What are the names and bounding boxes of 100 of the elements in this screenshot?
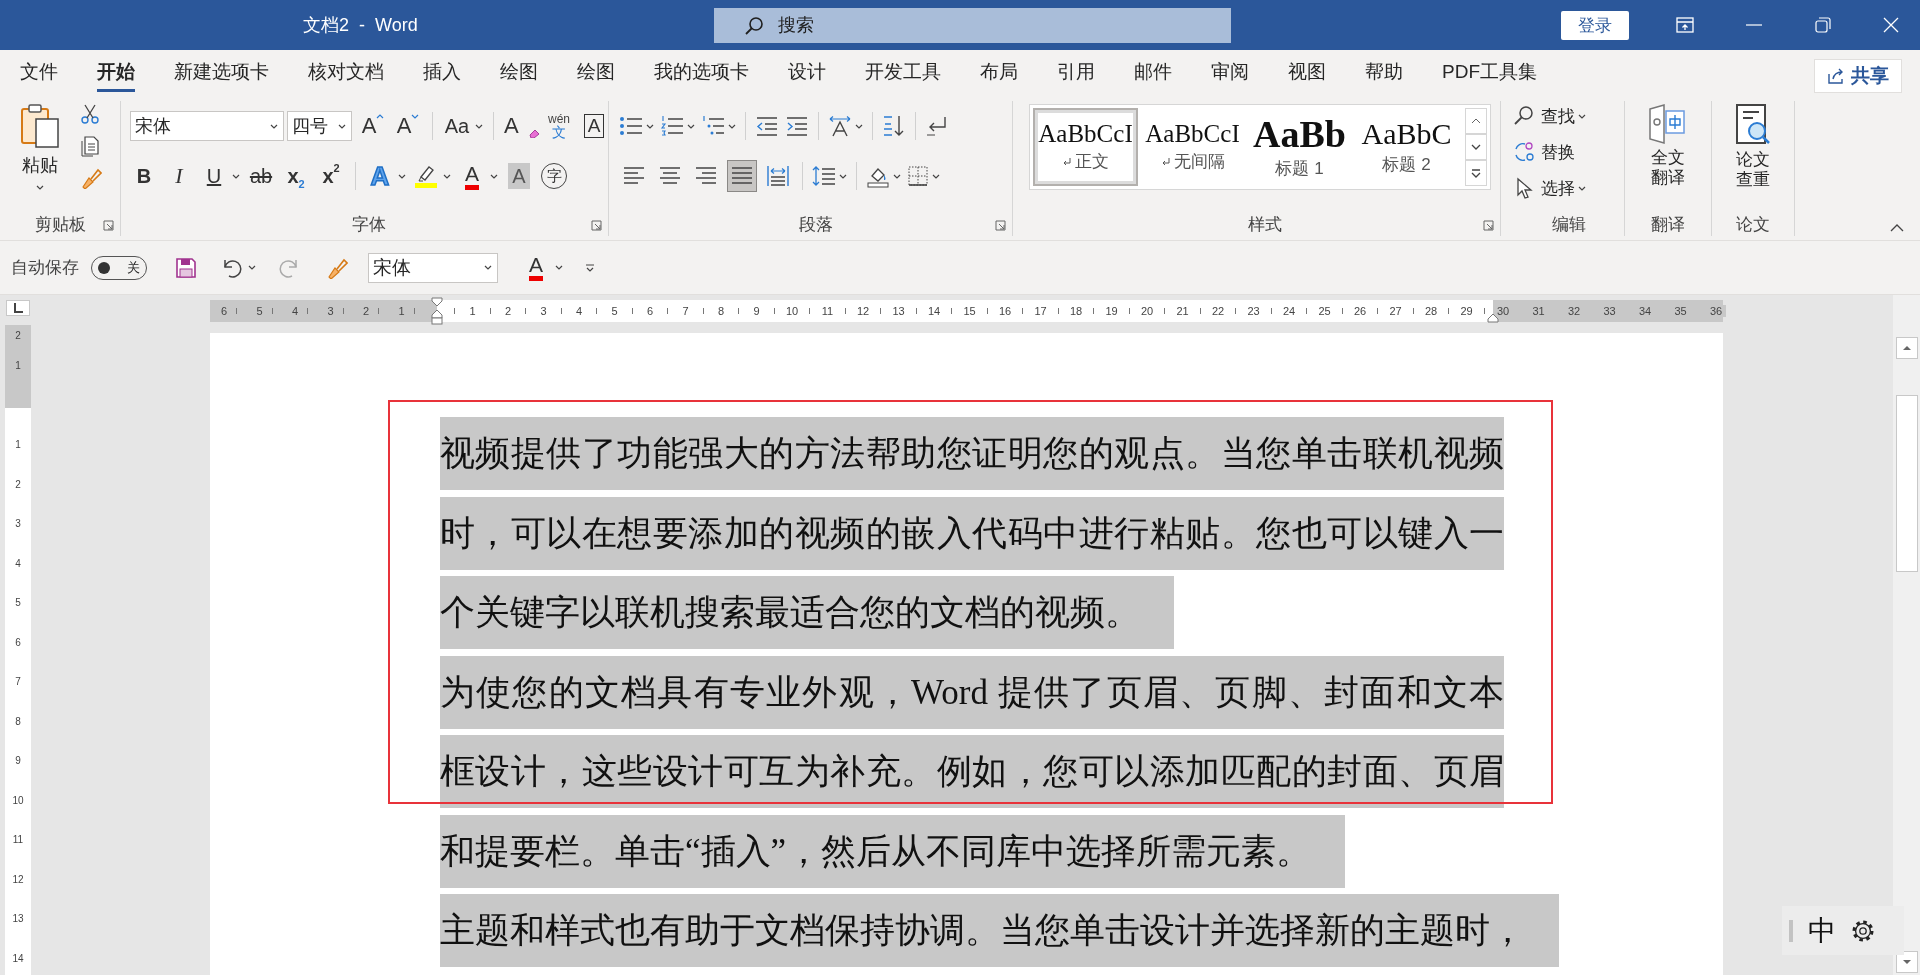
change-case-button[interactable]: Aa <box>443 110 471 142</box>
copy-icon[interactable] <box>80 135 100 157</box>
caret-icon[interactable] <box>490 173 498 179</box>
ribbon-tab[interactable]: 开始 <box>97 50 135 92</box>
ribbon-tab[interactable]: 设计 <box>788 50 826 92</box>
sort-icon[interactable] <box>882 114 906 138</box>
ribbon-tab[interactable]: 插入 <box>423 50 461 92</box>
caret-icon[interactable] <box>232 173 240 179</box>
ribbon-tab[interactable]: 审阅 <box>1211 50 1249 92</box>
caret-icon[interactable] <box>728 123 736 129</box>
caret-icon[interactable] <box>475 123 483 129</box>
arrow-down-icon <box>411 114 420 119</box>
ribbon-tab[interactable]: PDF工具集 <box>1442 50 1537 92</box>
clear-formatting-button[interactable]: A <box>504 110 538 142</box>
save-icon[interactable] <box>175 256 197 279</box>
sign-in-button[interactable]: 登录 <box>1561 10 1629 40</box>
font-color-button[interactable]: A <box>522 251 550 284</box>
italic-button[interactable]: I <box>165 160 193 192</box>
line-spacing-icon[interactable] <box>812 165 836 187</box>
vertical-scrollbar[interactable] <box>1893 295 1920 975</box>
format-painter-icon[interactable] <box>80 167 102 189</box>
ribbon-display-icon[interactable] <box>1676 17 1694 33</box>
restore-icon[interactable] <box>1815 17 1831 33</box>
decrease-indent-icon[interactable] <box>755 115 779 137</box>
shrink-font-button[interactable]: A <box>394 110 422 142</box>
tab-selector[interactable] <box>6 300 30 316</box>
caret-icon[interactable] <box>555 265 563 270</box>
ribbon-tab[interactable]: 我的选项卡 <box>654 50 749 92</box>
caret-icon[interactable] <box>398 173 406 179</box>
style-option[interactable]: AaBbCcI 无间隔 <box>1140 108 1245 186</box>
ribbon-tab[interactable]: 帮助 <box>1365 50 1403 92</box>
paste-button[interactable]: 粘贴 <box>22 153 58 177</box>
collapse-ribbon-icon[interactable] <box>1890 224 1904 232</box>
format-painter-icon[interactable] <box>326 256 348 279</box>
caret-icon[interactable] <box>932 173 940 179</box>
font-color-button[interactable]: A <box>458 160 486 192</box>
ribbon-tab[interactable]: 邮件 <box>1134 50 1172 92</box>
borders-icon[interactable] <box>907 165 929 187</box>
font-name-dropdown[interactable]: 宋体 <box>368 252 498 283</box>
caret-icon[interactable] <box>270 123 279 129</box>
caret-icon[interactable] <box>443 173 451 179</box>
ribbon-tab[interactable]: 核对文档 <box>308 50 384 92</box>
increase-indent-icon[interactable] <box>785 115 809 137</box>
ribbon-tab[interactable]: 文件 <box>20 50 58 92</box>
numbered-list-icon[interactable] <box>660 115 684 137</box>
style-option[interactable]: AaBb 标题 1 <box>1247 108 1352 186</box>
caret-icon[interactable] <box>484 265 492 270</box>
paste-icon[interactable] <box>20 103 60 149</box>
find-button[interactable]: 查找 <box>1513 101 1586 131</box>
caret-icon[interactable] <box>36 185 44 190</box>
share-button[interactable]: 共享 <box>1814 58 1902 93</box>
dialog-launcher-icon[interactable] <box>995 220 1006 231</box>
scroll-up-button[interactable] <box>1895 337 1918 359</box>
underline-button[interactable]: U <box>200 160 228 192</box>
caret-icon[interactable] <box>893 173 901 179</box>
grow-font-button[interactable]: A <box>359 110 387 142</box>
select-button[interactable]: 选择 <box>1513 173 1586 203</box>
phonetic-guide-button[interactable]: wén 文 <box>545 110 573 142</box>
indent-marker-icon[interactable] <box>431 297 443 325</box>
character-shading-button[interactable]: A <box>505 160 533 192</box>
show-marks-icon[interactable] <box>925 115 949 137</box>
more-styles-button[interactable] <box>1465 160 1487 186</box>
ribbon-tab[interactable]: 视图 <box>1288 50 1326 92</box>
plagiarism-check-button[interactable]: 论文查重 <box>1733 101 1773 212</box>
caret-icon[interactable] <box>855 123 863 129</box>
drag-handle-icon[interactable] <box>1788 918 1794 943</box>
full-text-translate-button[interactable]: 全文翻译 <box>1648 101 1688 212</box>
bullet-list-icon[interactable] <box>619 115 643 137</box>
ribbon-tab[interactable]: 新建选项卡 <box>174 50 269 92</box>
scroll-down-button[interactable] <box>1895 951 1918 973</box>
font-name-dropdown[interactable]: 宋体 <box>130 111 285 141</box>
scroll-thumb[interactable] <box>1895 395 1918 572</box>
dialog-launcher-icon[interactable] <box>1483 220 1494 231</box>
input-mode-button[interactable]: 中 <box>1808 911 1836 950</box>
cut-icon[interactable] <box>80 103 100 125</box>
customize-toolbar-icon[interactable] <box>585 262 595 273</box>
dialog-launcher-icon[interactable] <box>591 220 602 231</box>
caret-icon[interactable] <box>839 173 847 179</box>
dialog-launcher-icon[interactable] <box>103 220 114 231</box>
replace-button[interactable]: 替换 <box>1513 137 1586 167</box>
indent-marker-icon[interactable] <box>1487 313 1499 323</box>
ribbon-tab[interactable]: 绘图 <box>577 50 615 92</box>
caret-icon[interactable] <box>646 123 654 129</box>
style-option[interactable]: AaBbC 标题 2 <box>1354 108 1459 186</box>
caret-icon[interactable] <box>248 265 256 270</box>
text-direction-icon[interactable] <box>828 115 852 137</box>
search-field[interactable]: 搜索 <box>714 7 1231 43</box>
close-icon[interactable] <box>1883 17 1899 33</box>
ribbon-tab[interactable]: 开发工具 <box>865 50 941 92</box>
ribbon-tab[interactable]: 引用 <box>1057 50 1095 92</box>
strikethrough-button[interactable]: ab <box>247 160 275 192</box>
font-size-dropdown[interactable]: 四号 <box>287 111 352 141</box>
bold-button[interactable]: B <box>130 160 158 192</box>
ribbon-tab[interactable]: 绘图 <box>500 50 538 92</box>
alignment-button[interactable] <box>727 160 757 192</box>
caret-icon[interactable] <box>687 123 695 129</box>
style-option[interactable]: AaBbCcI 正文 <box>1033 108 1138 186</box>
ribbon-tab[interactable]: 布局 <box>980 50 1018 92</box>
multilevel-list-icon[interactable] <box>701 115 725 137</box>
caret-icon[interactable] <box>338 123 346 129</box>
